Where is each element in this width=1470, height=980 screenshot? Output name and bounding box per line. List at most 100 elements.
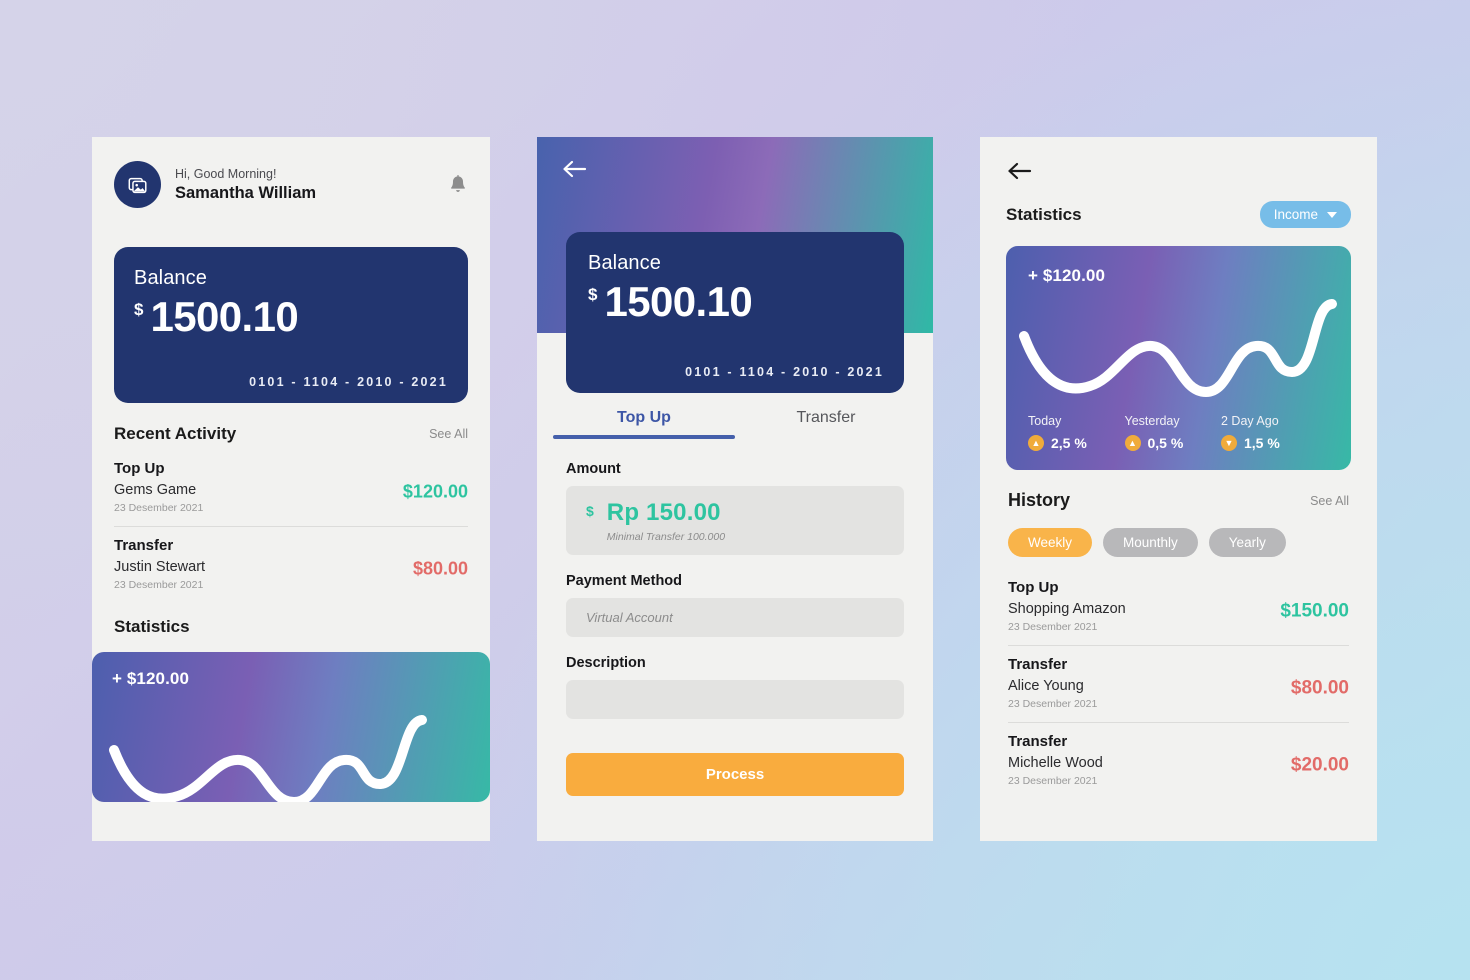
history-filter-pills: Weekly Mounthly Yearly — [1008, 528, 1349, 557]
back-button[interactable] — [1006, 159, 1036, 185]
arrow-left-icon — [1008, 162, 1032, 180]
balance-label: Balance — [134, 267, 207, 289]
statistics-legend: Today ▲ 2,5 % Yesterday ▲ 0,5 % 2 Day Ag… — [1028, 414, 1329, 451]
greeting-text: Hi, Good Morning! — [175, 166, 277, 181]
recent-activity-see-all[interactable]: See All — [429, 427, 468, 441]
legend-item: Yesterday ▲ 0,5 % — [1124, 414, 1222, 451]
history-date: 23 Desember 2021 — [1008, 698, 1098, 710]
history-title: History — [1008, 490, 1071, 510]
statistics-card[interactable]: + $120.00 — [92, 652, 490, 802]
balance-value: 1500.10 — [150, 293, 299, 340]
legend-value: 1,5 % — [1244, 435, 1280, 451]
amount-currency: $ — [586, 503, 594, 519]
arrow-up-icon: ▲ — [1124, 435, 1141, 451]
activity-type: Transfer — [114, 537, 174, 554]
legend-item: Today ▲ 2,5 % — [1028, 414, 1125, 451]
payment-method-placeholder: Virtual Account — [586, 610, 673, 625]
statistics-sparkline — [1019, 299, 1337, 397]
legend-item: 2 Day Ago ▼ 1,5 % — [1221, 414, 1329, 451]
legend-value-row: ▲ 2,5 % — [1028, 435, 1125, 451]
tab-active-underline — [553, 435, 735, 439]
history-amount: $150.00 — [1280, 600, 1349, 622]
arrow-up-icon: ▲ — [1028, 435, 1044, 451]
arrow-down-icon: ▼ — [1221, 435, 1237, 451]
amount-field[interactable]: $ Rp 150.00 Minimal Transfer 100.000 — [566, 486, 904, 555]
activity-date: 23 Desember 2021 — [114, 502, 204, 514]
screen-statistics: Statistics Income + $120.00 Today ▲ 2,5 … — [980, 137, 1377, 841]
user-name: Samantha William — [175, 183, 317, 202]
balance-amount: $ 1500.10 — [588, 281, 882, 323]
balance-card[interactable]: Balance $ 1500.10 0101 - 1104 - 2010 - 2… — [566, 232, 904, 393]
legend-label: 2 Day Ago — [1221, 414, 1279, 428]
legend-label: Today — [1028, 414, 1062, 428]
activity-amount: $120.00 — [402, 481, 468, 502]
screen-topup: Balance $ 1500.10 0101 - 1104 - 2010 - 2… — [537, 137, 933, 841]
amount-label: Amount — [566, 461, 621, 477]
tab-transfer[interactable]: Transfer — [735, 409, 917, 439]
history-see-all[interactable]: See All — [1310, 494, 1349, 508]
balance-card[interactable]: Balance $ 1500.10 0101 - 1104 - 2010 - 2… — [114, 247, 468, 403]
history-amount: $80.00 — [1290, 677, 1349, 699]
topup-form: Amount $ Rp 150.00 Minimal Transfer 100.… — [537, 461, 933, 719]
home-header: Hi, Good Morning! Samantha William — [92, 137, 490, 208]
bell-icon — [451, 174, 465, 192]
back-button[interactable] — [561, 157, 591, 187]
card-number: 0101 - 1104 - 2010 - 2021 — [249, 375, 448, 389]
screen-home: Hi, Good Morning! Samantha William Balan… — [92, 137, 490, 841]
table-row[interactable]: Top Up Gems Game 23 Desember 2021 $120.0… — [114, 450, 468, 526]
table-row[interactable]: Transfer Michelle Wood 23 Desember 2021 … — [1008, 722, 1349, 799]
table-row[interactable]: Top Up Shopping Amazon 23 Desember 2021 … — [1008, 569, 1349, 645]
history-date: 23 Desember 2021 — [1008, 775, 1098, 787]
statistics-title: Statistics — [114, 617, 190, 636]
filter-pill-weekly[interactable]: Weekly — [1008, 528, 1093, 557]
recent-activity-list: Top Up Gems Game 23 Desember 2021 $120.0… — [114, 444, 468, 603]
filter-pill-monthly[interactable]: Mounthly — [1103, 528, 1198, 557]
payment-method-field[interactable]: Virtual Account — [566, 598, 904, 637]
mockup-stage: Hi, Good Morning! Samantha William Balan… — [0, 0, 1470, 980]
image-placeholder-icon — [128, 177, 147, 193]
legend-value: 0,5 % — [1147, 435, 1184, 451]
income-filter-dropdown[interactable]: Income — [1259, 201, 1351, 228]
arrow-left-icon — [563, 160, 587, 178]
filter-pill-yearly[interactable]: Yearly — [1208, 528, 1286, 557]
process-button[interactable]: Process — [566, 753, 904, 796]
legend-value-row: ▲ 0,5 % — [1124, 435, 1222, 451]
notification-button[interactable] — [448, 174, 468, 196]
amount-hint: Minimal Transfer 100.000 — [606, 530, 726, 543]
legend-value: 2,5 % — [1051, 435, 1087, 451]
history-list: Top Up Shopping Amazon 23 Desember 2021 … — [1008, 563, 1349, 799]
history-type: Transfer — [1008, 656, 1068, 673]
history-date: 23 Desember 2021 — [1008, 621, 1098, 633]
table-row[interactable]: Transfer Alice Young 23 Desember 2021 $8… — [1008, 645, 1349, 722]
topup-tabs: Top Up Transfer — [553, 409, 917, 439]
recent-activity-title: Recent Activity — [114, 424, 237, 443]
amount-value: Rp 150.00 — [606, 498, 721, 526]
description-label: Description — [566, 655, 646, 671]
statistics-sparkline — [109, 715, 427, 802]
balance-currency: $ — [134, 300, 144, 319]
avatar[interactable] — [114, 161, 161, 208]
history-type: Top Up — [1008, 579, 1059, 596]
recent-activity-header: Recent Activity See All — [114, 424, 468, 444]
table-row[interactable]: Transfer Justin Stewart 23 Desember 2021… — [114, 526, 468, 603]
amount-values: Rp 150.00 Minimal Transfer 100.000 — [607, 499, 725, 543]
balance-value: 1500.10 — [604, 278, 753, 325]
statistics-card[interactable]: + $120.00 Today ▲ 2,5 % Yesterday ▲ 0,5 … — [1006, 246, 1351, 470]
greeting-block: Hi, Good Morning! Samantha William — [175, 167, 316, 203]
payment-method-label: Payment Method — [566, 573, 683, 589]
balance-currency: $ — [588, 285, 598, 304]
page-title: Statistics — [1006, 204, 1082, 224]
activity-date: 23 Desember 2021 — [114, 579, 204, 591]
history-header: History See All — [1008, 490, 1349, 511]
legend-value-row: ▼ 1,5 % — [1221, 435, 1329, 451]
description-field[interactable] — [566, 680, 904, 719]
history-type: Transfer — [1008, 733, 1068, 750]
history-amount: $20.00 — [1290, 754, 1349, 776]
statistics-title-row: Statistics Income — [1006, 201, 1351, 228]
chevron-down-icon — [1327, 211, 1337, 218]
card-number: 0101 - 1104 - 2010 - 2021 — [685, 365, 884, 379]
activity-amount: $80.00 — [412, 558, 468, 579]
legend-label: Yesterday — [1124, 414, 1180, 428]
home-body: Recent Activity See All Top Up Gems Game… — [92, 424, 490, 637]
history-section: History See All Weekly Mounthly Yearly T… — [980, 490, 1377, 799]
